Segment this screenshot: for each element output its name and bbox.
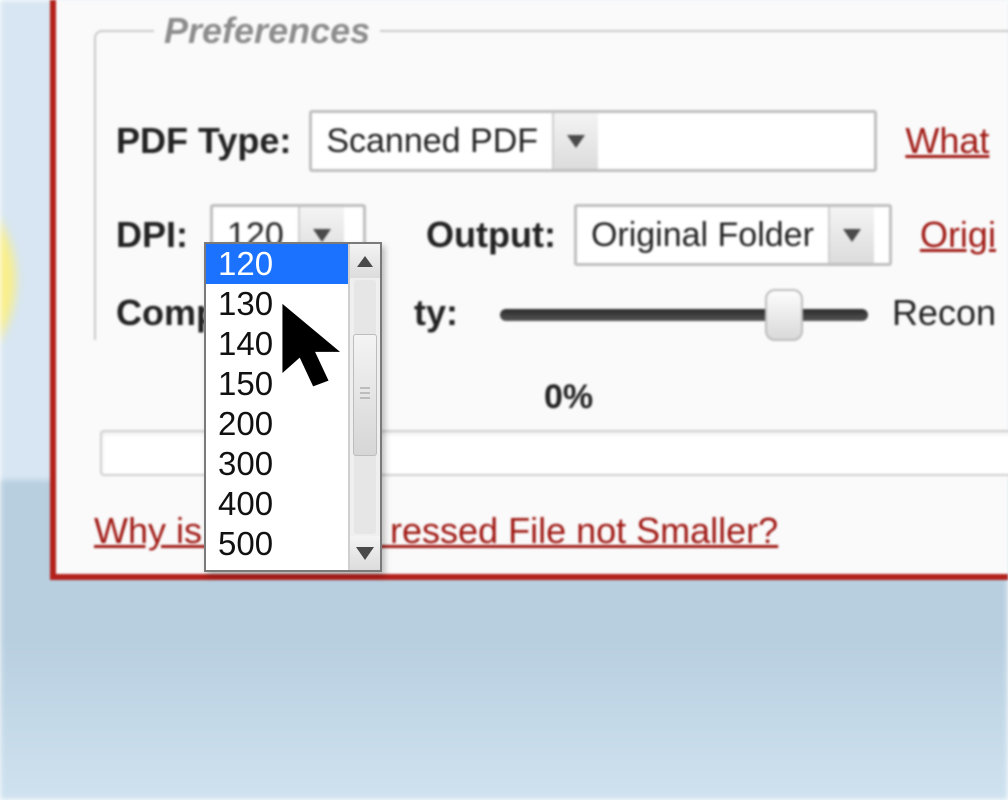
slider-thumb[interactable] [765, 289, 803, 341]
dpi-dropdown-list[interactable]: 120130140150200300400500 [204, 242, 382, 572]
compression-label-left: Comp [116, 292, 218, 334]
compression-slider[interactable] [500, 303, 868, 323]
slider-track [500, 309, 868, 321]
why-link-right: ressed File not Smaller? [390, 510, 778, 551]
scroll-down-button[interactable] [350, 536, 380, 570]
what-link[interactable]: What [905, 120, 989, 162]
compression-label-right: ty: [414, 292, 458, 334]
mouse-cursor-icon [278, 300, 356, 396]
app-window: Preferences PDF Type: Scanned PDF What D… [50, 0, 1008, 580]
original-link[interactable]: Origi [920, 214, 996, 256]
chevron-up-icon [357, 256, 373, 267]
chevron-down-icon [313, 229, 331, 242]
pdf-type-label: PDF Type: [116, 120, 291, 162]
progress-percent: 0% [544, 378, 593, 417]
preferences-legend: Preferences [154, 10, 380, 52]
scroll-up-button[interactable] [350, 244, 380, 278]
chevron-down-icon [843, 229, 861, 242]
dpi-label: DPI: [116, 214, 188, 256]
why-link-left: Why is [94, 510, 202, 551]
recommended-label: Recon [892, 292, 996, 334]
scrollbar-thumb[interactable] [353, 334, 377, 456]
pdf-type-dropdown-button[interactable] [552, 113, 598, 169]
chevron-down-icon [356, 547, 374, 560]
chevron-down-icon [567, 135, 585, 148]
output-select[interactable]: Original Folder [574, 204, 892, 266]
output-value: Original Folder [577, 216, 828, 255]
pdf-type-value: Scanned PDF [312, 122, 552, 161]
why-smaller-link[interactable]: Why is ressed File not Smaller? [94, 510, 778, 552]
output-label: Output: [426, 214, 556, 256]
dropdown-scrollbar[interactable] [348, 244, 380, 570]
pdf-type-select[interactable]: Scanned PDF [309, 110, 877, 172]
output-dropdown-button[interactable] [828, 207, 874, 263]
